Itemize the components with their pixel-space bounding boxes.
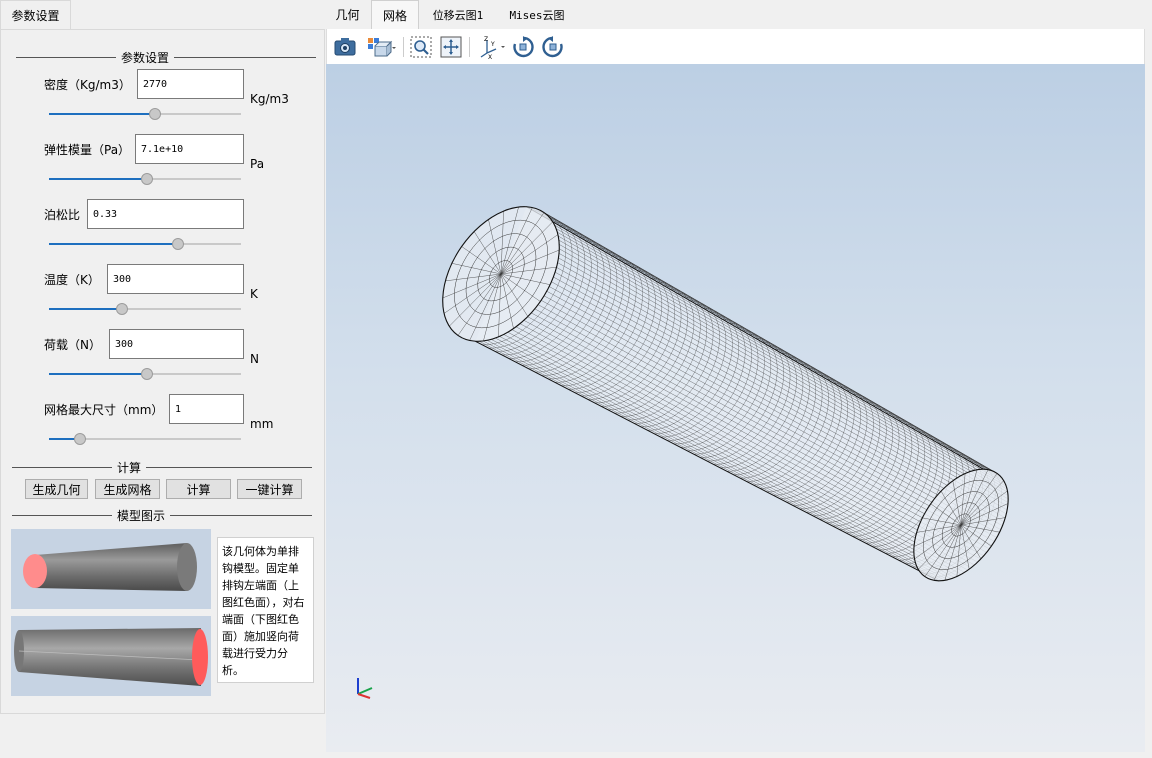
temperature-input[interactable]: 300 (107, 264, 244, 294)
group-divider (12, 467, 312, 468)
toolbar-separator (469, 37, 470, 57)
model-image-load-face (11, 616, 211, 696)
tab-label: 参数设置 (11, 9, 60, 23)
mesh-size-slider[interactable] (49, 432, 241, 446)
slider-thumb[interactable] (115, 303, 128, 315)
tab-label: 几何 (335, 8, 360, 22)
poisson-label: 泊松比 (44, 208, 81, 222)
modulus-slider[interactable] (49, 172, 241, 186)
slider-thumb[interactable] (140, 173, 153, 185)
tab-mesh[interactable]: 网格 (371, 0, 419, 29)
zoom-box-icon[interactable] (409, 35, 433, 59)
model-image-fixed-face (11, 529, 211, 609)
viewer-toolbar: ZY X (326, 29, 1145, 64)
rotate-ccw-icon[interactable] (541, 35, 565, 59)
one-click-compute-button[interactable]: 一键计算 (237, 479, 302, 499)
params-group-title: 参数设置 (116, 49, 175, 66)
poisson-input[interactable]: 0.33 (87, 199, 244, 229)
generate-mesh-button[interactable]: 生成网格 (95, 479, 160, 499)
temperature-unit: K (250, 287, 258, 301)
density-label: 密度（Kg/m3） (44, 78, 131, 92)
generate-geometry-button[interactable]: 生成几何 (25, 479, 88, 499)
density-input[interactable]: 2770 (137, 69, 244, 99)
cylinder-mesh (442, 206, 1009, 582)
compute-button[interactable]: 计算 (166, 479, 231, 499)
modulus-label: 弹性模量（Pa） (44, 143, 131, 157)
tab-label: Mises云图 (509, 8, 565, 22)
tab-mises-contour[interactable]: Mises云图 (498, 0, 576, 29)
slider-thumb[interactable] (148, 108, 161, 120)
compute-group-title: 计算 (112, 459, 147, 476)
temperature-label: 温度（K） (44, 273, 100, 287)
mesh-size-unit: mm (250, 417, 274, 431)
load-unit: N (250, 352, 259, 366)
density-slider[interactable] (49, 107, 241, 121)
svg-text:Y: Y (490, 41, 495, 48)
toolbar-separator (403, 37, 404, 57)
tab-displacement-contour[interactable]: 位移云图1 (420, 0, 496, 29)
model-description: 该几何体为单排钩模型。固定单排钩左端面（上图红色面），对右端面（下图红色面）施加… (217, 537, 314, 683)
axis-triad-icon (357, 678, 373, 699)
mesh-viewport[interactable] (326, 64, 1145, 752)
rotate-cw-icon[interactable] (511, 35, 535, 59)
modulus-unit: Pa (250, 157, 265, 171)
tab-label: 网格 (382, 8, 407, 23)
axes-icon[interactable]: ZY X (477, 35, 507, 59)
slider-thumb[interactable] (171, 238, 184, 250)
load-face-highlight (192, 629, 208, 685)
slider-thumb[interactable] (140, 368, 153, 380)
view-cube-icon[interactable] (367, 35, 397, 59)
load-label: 荷载（N） (44, 338, 101, 352)
fit-all-icon[interactable] (439, 35, 463, 59)
density-unit: Kg/m3 (250, 92, 289, 106)
svg-text:X: X (488, 54, 492, 59)
svg-text:Z: Z (484, 36, 488, 43)
load-input[interactable]: 300 (109, 329, 244, 359)
model-group-title: 模型图示 (112, 507, 171, 524)
camera-icon[interactable] (333, 35, 357, 59)
temperature-slider[interactable] (49, 302, 241, 316)
load-slider[interactable] (49, 367, 241, 381)
poisson-slider[interactable] (49, 237, 241, 251)
tab-geometry[interactable]: 几何 (325, 0, 370, 29)
tab-parameter-settings[interactable]: 参数设置 (0, 0, 71, 30)
tab-label: 位移云图1 (432, 8, 484, 22)
mesh-size-label: 网格最大尺寸（mm） (44, 403, 164, 417)
modulus-input[interactable]: 7.1e+10 (135, 134, 244, 164)
slider-thumb[interactable] (73, 433, 86, 445)
fixed-face-highlight (23, 554, 47, 588)
mesh-size-input[interactable]: 1 (169, 394, 244, 424)
